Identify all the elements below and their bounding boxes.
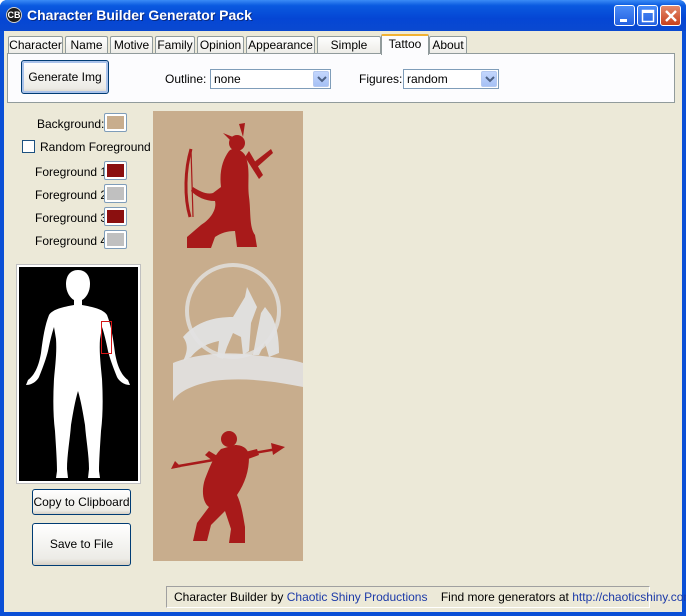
client-area: Character Name Motive Family Opinion App…	[4, 31, 686, 612]
tab-opinion[interactable]: Opinion	[197, 36, 244, 54]
swatch-fill	[107, 187, 124, 200]
foreground-3-label: Foreground 3:	[35, 211, 111, 225]
app-icon[interactable]: CB	[6, 7, 22, 23]
tab-family[interactable]: Family	[155, 36, 195, 54]
outline-select-value: none	[214, 72, 241, 86]
human-body-silhouette-icon	[26, 270, 130, 478]
chevron-down-icon	[485, 76, 495, 83]
outline-label: Outline:	[165, 72, 207, 86]
foreground-2-label: Foreground 2:	[35, 188, 111, 202]
figures-select-value: random	[407, 72, 448, 86]
foreground-2-swatch[interactable]	[104, 184, 127, 203]
background-color-swatch[interactable]	[104, 113, 127, 132]
tattoo-toolbar-panel: Generate Img Outline: none Figures: rand…	[7, 53, 675, 103]
foreground-4-label: Foreground 4:	[35, 234, 111, 248]
random-foreground-checkbox[interactable]	[22, 140, 35, 153]
status-bar: Character Builder by Chaotic Shiny Produ…	[166, 586, 686, 608]
background-label: Background:	[37, 117, 105, 131]
outline-select[interactable]: none	[210, 69, 331, 89]
credit-prefix: Character Builder by	[174, 590, 284, 604]
tattoo-figures-artwork	[171, 123, 303, 543]
random-foreground-label: Random Foreground	[40, 140, 151, 154]
close-button[interactable]	[660, 5, 681, 26]
tab-simple-char[interactable]: Simple Char	[317, 36, 381, 69]
tattoo-preview-image	[153, 111, 303, 561]
swatch-fill	[107, 116, 124, 129]
app-window: CB Character Builder Generator Pack Char…	[0, 0, 686, 616]
minimize-icon	[620, 19, 627, 22]
save-to-file-button[interactable]: Save to File	[32, 523, 131, 566]
maximize-button[interactable]	[637, 5, 658, 26]
foreground-4-swatch[interactable]	[104, 230, 127, 249]
swatch-fill	[107, 210, 124, 223]
spear-warrior-figure-icon	[171, 431, 285, 543]
close-icon	[665, 10, 677, 22]
copy-to-clipboard-button[interactable]: Copy to Clipboard	[32, 489, 131, 515]
title-bar[interactable]: CB Character Builder Generator Pack	[0, 0, 686, 31]
tab-tattoo[interactable]: Tattoo	[381, 34, 429, 55]
swatch-fill	[107, 233, 124, 246]
swatch-fill	[107, 164, 124, 177]
body-placement-picker[interactable]	[17, 265, 140, 483]
company-link[interactable]: Chaotic Shiny Productions	[287, 590, 428, 604]
tab-name[interactable]: Name	[65, 36, 108, 54]
minimize-button[interactable]	[614, 5, 635, 26]
archer-figure-icon	[184, 123, 273, 248]
figures-select[interactable]: random	[403, 69, 499, 89]
foreground-3-swatch[interactable]	[104, 207, 127, 226]
figures-dropdown-button[interactable]	[481, 71, 497, 87]
maximize-icon	[641, 9, 655, 23]
window-title: Character Builder Generator Pack	[27, 7, 252, 23]
website-link[interactable]: http://chaoticshiny.com/	[572, 590, 686, 604]
outline-dropdown-button[interactable]	[313, 71, 329, 87]
generate-img-button[interactable]: Generate Img	[21, 60, 109, 94]
foreground-1-label: Foreground 1:	[35, 165, 111, 179]
tab-about[interactable]: About	[429, 36, 467, 54]
wolves-moon-figure-icon	[173, 263, 303, 401]
tab-motive[interactable]: Motive	[110, 36, 153, 54]
tab-character[interactable]: Character	[8, 36, 63, 54]
tab-appearance[interactable]: Appearance	[246, 36, 315, 54]
figures-label: Figures:	[359, 72, 403, 86]
chevron-down-icon	[317, 76, 327, 83]
placement-marker[interactable]	[101, 321, 112, 354]
foreground-1-swatch[interactable]	[104, 161, 127, 180]
more-generators-text: Find more generators at	[440, 590, 569, 604]
